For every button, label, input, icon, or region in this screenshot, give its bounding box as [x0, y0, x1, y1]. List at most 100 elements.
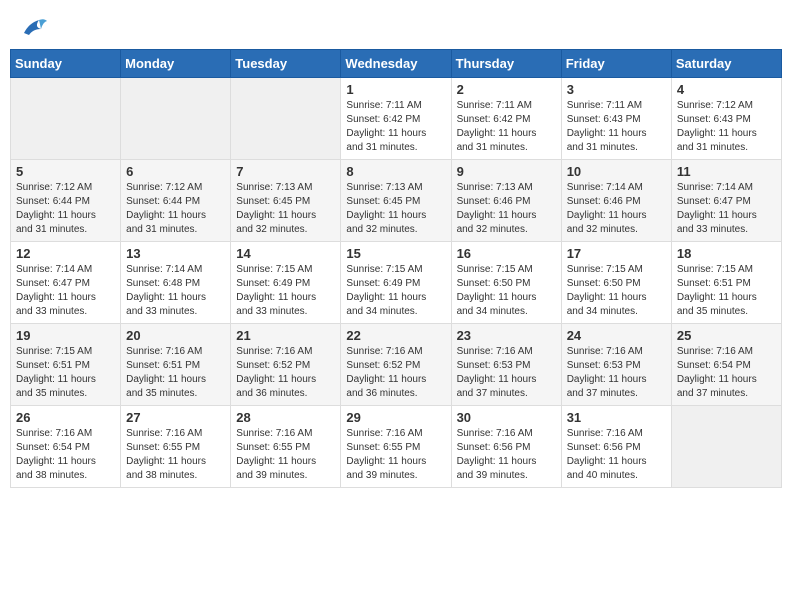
day-info: Sunrise: 7:16 AMSunset: 6:56 PMDaylight:… — [567, 427, 666, 483]
day-info: Sunrise: 7:15 AMSunset: 6:51 PMDaylight:… — [677, 263, 776, 319]
day-info: Sunrise: 7:16 AMSunset: 6:52 PMDaylight:… — [236, 345, 335, 401]
day-info: Sunrise: 7:16 AMSunset: 6:55 PMDaylight:… — [126, 427, 225, 483]
day-info: Sunrise: 7:15 AMSunset: 6:49 PMDaylight:… — [346, 263, 445, 319]
day-number: 20 — [126, 328, 225, 343]
calendar-week-row: 19Sunrise: 7:15 AMSunset: 6:51 PMDayligh… — [11, 324, 782, 406]
day-info: Sunrise: 7:14 AMSunset: 6:47 PMDaylight:… — [677, 181, 776, 237]
day-number: 9 — [457, 164, 556, 179]
day-number: 2 — [457, 82, 556, 97]
calendar-cell: 6 Sunrise: 7:12 AMSunset: 6:44 PMDaylight… — [121, 160, 231, 242]
day-number: 30 — [457, 410, 556, 425]
day-number: 29 — [346, 410, 445, 425]
calendar-cell: 20 Sunrise: 7:16 AMSunset: 6:51 PMDayligh… — [121, 324, 231, 406]
day-number: 4 — [677, 82, 776, 97]
calendar-cell — [671, 406, 781, 488]
calendar-week-row: 12 Sunrise: 7:14 AMSunset: 6:47 PMDayligh… — [11, 242, 782, 324]
day-number: 16 — [457, 246, 556, 261]
day-info: Sunrise: 7:16 AMSunset: 6:54 PMDaylight:… — [677, 345, 776, 401]
day-info: Sunrise: 7:15 AMSunset: 6:50 PMDaylight:… — [567, 263, 666, 319]
calendar-header-row: SundayMondayTuesdayWednesdayThursdayFrid… — [11, 50, 782, 78]
calendar-cell: 25 Sunrise: 7:16 AMSunset: 6:54 PMDayligh… — [671, 324, 781, 406]
day-info: Sunrise: 7:12 AMSunset: 6:44 PMDaylight:… — [126, 181, 225, 237]
day-number: 26 — [16, 410, 115, 425]
calendar-cell: 23Sunrise: 7:16 AMSunset: 6:53 PMDayligh… — [451, 324, 561, 406]
calendar-cell — [11, 78, 121, 160]
calendar-week-row: 1 Sunrise: 7:11 AMSunset: 6:42 PMDaylight… — [11, 78, 782, 160]
calendar-cell: 16 Sunrise: 7:15 AMSunset: 6:50 PMDayligh… — [451, 242, 561, 324]
day-info: Sunrise: 7:11 AMSunset: 6:42 PMDaylight:… — [457, 99, 556, 155]
day-number: 15 — [346, 246, 445, 261]
calendar-cell: 14 Sunrise: 7:15 AMSunset: 6:49 PMDayligh… — [231, 242, 341, 324]
calendar-week-row: 26 Sunrise: 7:16 AMSunset: 6:54 PMDayligh… — [11, 406, 782, 488]
day-info: Sunrise: 7:13 AMSunset: 6:45 PMDaylight:… — [346, 181, 445, 237]
calendar-cell: 21 Sunrise: 7:16 AMSunset: 6:52 PMDayligh… — [231, 324, 341, 406]
day-number: 12 — [16, 246, 115, 261]
calendar-cell: 3 Sunrise: 7:11 AMSunset: 6:43 PMDaylight… — [561, 78, 671, 160]
day-number: 17 — [567, 246, 666, 261]
day-number: 31 — [567, 410, 666, 425]
calendar-cell: 17 Sunrise: 7:15 AMSunset: 6:50 PMDayligh… — [561, 242, 671, 324]
calendar-cell: 13Sunrise: 7:14 AMSunset: 6:48 PMDayligh… — [121, 242, 231, 324]
calendar-cell: 24Sunrise: 7:16 AMSunset: 6:53 PMDayligh… — [561, 324, 671, 406]
day-info: Sunrise: 7:16 AMSunset: 6:55 PMDaylight:… — [236, 427, 335, 483]
page-header — [10, 10, 782, 39]
day-info: Sunrise: 7:11 AMSunset: 6:42 PMDaylight:… — [346, 99, 445, 155]
calendar-cell: 29 Sunrise: 7:16 AMSunset: 6:55 PMDayligh… — [341, 406, 451, 488]
day-info: Sunrise: 7:16 AMSunset: 6:52 PMDaylight:… — [346, 345, 445, 401]
calendar-cell: 7Sunrise: 7:13 AMSunset: 6:45 PMDaylight… — [231, 160, 341, 242]
day-of-week-header: Monday — [121, 50, 231, 78]
day-number: 21 — [236, 328, 335, 343]
calendar-cell: 18Sunrise: 7:15 AMSunset: 6:51 PMDayligh… — [671, 242, 781, 324]
day-number: 19 — [16, 328, 115, 343]
calendar-cell: 22 Sunrise: 7:16 AMSunset: 6:52 PMDayligh… — [341, 324, 451, 406]
calendar-week-row: 5 Sunrise: 7:12 AMSunset: 6:44 PMDaylight… — [11, 160, 782, 242]
day-number: 6 — [126, 164, 225, 179]
calendar-cell: 15 Sunrise: 7:15 AMSunset: 6:49 PMDayligh… — [341, 242, 451, 324]
day-of-week-header: Wednesday — [341, 50, 451, 78]
day-info: Sunrise: 7:11 AMSunset: 6:43 PMDaylight:… — [567, 99, 666, 155]
day-number: 7 — [236, 164, 335, 179]
calendar-cell: 4 Sunrise: 7:12 AMSunset: 6:43 PMDaylight… — [671, 78, 781, 160]
calendar-cell: 27 Sunrise: 7:16 AMSunset: 6:55 PMDayligh… — [121, 406, 231, 488]
day-info: Sunrise: 7:14 AMSunset: 6:46 PMDaylight:… — [567, 181, 666, 237]
day-number: 5 — [16, 164, 115, 179]
day-number: 14 — [236, 246, 335, 261]
logo — [15, 15, 49, 39]
day-info: Sunrise: 7:12 AMSunset: 6:43 PMDaylight:… — [677, 99, 776, 155]
calendar-cell: 8 Sunrise: 7:13 AMSunset: 6:45 PMDaylight… — [341, 160, 451, 242]
calendar-cell: 28 Sunrise: 7:16 AMSunset: 6:55 PMDayligh… — [231, 406, 341, 488]
day-info: Sunrise: 7:15 AMSunset: 6:49 PMDaylight:… — [236, 263, 335, 319]
day-info: Sunrise: 7:16 AMSunset: 6:51 PMDaylight:… — [126, 345, 225, 401]
day-number: 11 — [677, 164, 776, 179]
day-number: 27 — [126, 410, 225, 425]
calendar-cell: 26 Sunrise: 7:16 AMSunset: 6:54 PMDayligh… — [11, 406, 121, 488]
day-number: 22 — [346, 328, 445, 343]
day-info: Sunrise: 7:15 AMSunset: 6:50 PMDaylight:… — [457, 263, 556, 319]
day-of-week-header: Tuesday — [231, 50, 341, 78]
calendar-cell: 12 Sunrise: 7:14 AMSunset: 6:47 PMDayligh… — [11, 242, 121, 324]
day-number: 13 — [126, 246, 225, 261]
day-info: Sunrise: 7:16 AMSunset: 6:55 PMDaylight:… — [346, 427, 445, 483]
day-number: 28 — [236, 410, 335, 425]
calendar-cell: 5Sunrise: 7:12 AMSunset: 6:44 PMDaylight… — [11, 160, 121, 242]
day-info: Sunrise: 7:14 AMSunset: 6:47 PMDaylight:… — [16, 263, 115, 319]
day-of-week-header: Saturday — [671, 50, 781, 78]
day-number: 24 — [567, 328, 666, 343]
day-number: 3 — [567, 82, 666, 97]
calendar-cell: 11 Sunrise: 7:14 AMSunset: 6:47 PMDayligh… — [671, 160, 781, 242]
calendar-table: SundayMondayTuesdayWednesdayThursdayFrid… — [10, 49, 782, 488]
calendar-cell — [121, 78, 231, 160]
calendar-cell: 9Sunrise: 7:13 AMSunset: 6:46 PMDaylight… — [451, 160, 561, 242]
calendar-cell: 19Sunrise: 7:15 AMSunset: 6:51 PMDayligh… — [11, 324, 121, 406]
day-number: 8 — [346, 164, 445, 179]
logo-bird-icon — [19, 15, 49, 39]
day-info: Sunrise: 7:16 AMSunset: 6:56 PMDaylight:… — [457, 427, 556, 483]
day-info: Sunrise: 7:16 AMSunset: 6:54 PMDaylight:… — [16, 427, 115, 483]
day-number: 10 — [567, 164, 666, 179]
calendar-cell: 2 Sunrise: 7:11 AMSunset: 6:42 PMDaylight… — [451, 78, 561, 160]
calendar-cell — [231, 78, 341, 160]
day-number: 25 — [677, 328, 776, 343]
day-info: Sunrise: 7:16 AMSunset: 6:53 PMDaylight:… — [457, 345, 556, 401]
calendar-cell: 10 Sunrise: 7:14 AMSunset: 6:46 PMDayligh… — [561, 160, 671, 242]
day-number: 1 — [346, 82, 445, 97]
